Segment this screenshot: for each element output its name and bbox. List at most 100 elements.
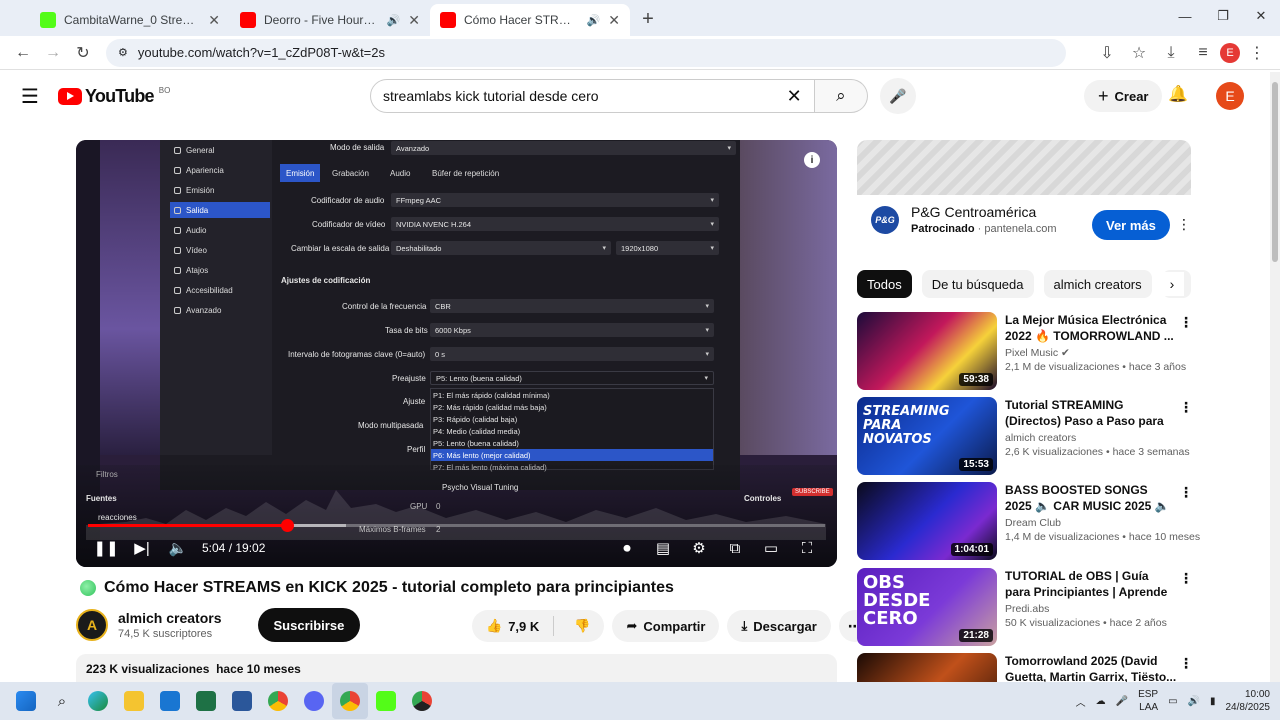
description-box[interactable]: 223 K visualizaciones hace 10 meses — [76, 654, 837, 684]
close-tab-icon[interactable]: ✕ — [408, 12, 420, 29]
url-field[interactable]: ⚙ youtube.com/watch?v=1_cZdP08T-w&t=2s — [106, 38, 1066, 67]
next-icon[interactable]: ▶| — [124, 534, 160, 562]
download-button[interactable]: ⤓ Descargar — [727, 610, 831, 642]
settings-gear-icon[interactable]: ⚙ — [681, 534, 717, 562]
autoplay-toggle-icon[interactable]: ⏺ — [609, 534, 645, 562]
browser-tab-2[interactable]: Deorro - Five Hours (Static 🔊 ✕ — [230, 4, 430, 36]
clear-search-icon[interactable]: ✕ — [787, 86, 802, 107]
ad-menu-icon[interactable]: ⋮ — [1177, 216, 1191, 233]
create-button[interactable]: + Crear — [1084, 80, 1163, 112]
site-info-icon[interactable]: ⚙ — [118, 46, 128, 59]
like-button[interactable]: 👍 7,9 K — [472, 616, 555, 636]
subscribe-button[interactable]: Suscribirse — [257, 608, 361, 642]
obs-dropdown: CBR — [430, 299, 714, 313]
reload-icon[interactable]: ↻ — [68, 38, 98, 68]
search-input[interactable]: streamlabs kick tutorial desde cero ✕ — [370, 79, 815, 113]
channel-avatar[interactable]: A — [76, 609, 108, 641]
chip-channel[interactable]: almich creators — [1043, 270, 1152, 298]
miniplayer-icon[interactable]: ⧉ — [717, 534, 753, 562]
chrome-profile-icon[interactable] — [404, 683, 440, 719]
forward-icon[interactable]: → — [38, 38, 68, 68]
share-button[interactable]: ➦ Compartir — [612, 610, 720, 642]
close-tab-icon[interactable]: ✕ — [608, 12, 620, 29]
fullscreen-icon[interactable]: ⛶ — [789, 534, 825, 562]
dislike-button[interactable]: 👎 — [560, 618, 604, 634]
scrollbar-thumb[interactable] — [1272, 82, 1278, 262]
video-thumbnail[interactable]: 59:38 — [857, 312, 997, 390]
file-explorer-icon[interactable] — [116, 683, 152, 719]
video-thumbnail[interactable]: STREAMING PARA NOVATOS 15:53 — [857, 397, 997, 475]
store-icon[interactable] — [152, 683, 188, 719]
item-menu-icon[interactable]: ⋮ — [1179, 484, 1193, 501]
clock[interactable]: 10:00 24/8/2025 — [1226, 688, 1271, 714]
recommendation-item[interactable]: 1:04:01 BASS BOOSTED SONGS 2025 🔈 CAR MU… — [857, 482, 1200, 560]
ad-cta-button[interactable]: Ver más — [1092, 210, 1170, 240]
video-thumbnail[interactable]: 1:04:01 — [857, 482, 997, 560]
subtitles-icon[interactable]: ▤ — [645, 534, 681, 562]
pause-icon[interactable]: ❚❚ — [88, 534, 124, 562]
profile-avatar[interactable]: E — [1220, 42, 1240, 63]
menu-icon[interactable]: ☰ — [10, 76, 50, 116]
install-app-icon[interactable]: ⇩ — [1092, 38, 1122, 68]
youtube-logo[interactable]: YouTube BO — [58, 86, 170, 107]
close-tab-icon[interactable]: ✕ — [208, 12, 220, 29]
microphone-icon[interactable]: 🎤 — [1116, 696, 1128, 707]
restore-icon[interactable]: ❐ — [1204, 0, 1242, 32]
browser-tab-strip: CambitaWarne_0 Stream - Wat ✕ Deorro - F… — [0, 0, 1280, 36]
account-avatar[interactable]: E — [1216, 82, 1244, 110]
item-menu-icon[interactable]: ⋮ — [1179, 570, 1193, 587]
search-icon[interactable]: ⌕ — [44, 683, 80, 719]
chrome-icon[interactable] — [332, 683, 368, 719]
word-icon[interactable] — [224, 683, 260, 719]
chevron-up-icon[interactable]: ︿ — [1076, 694, 1086, 709]
info-icon[interactable]: i — [804, 152, 820, 168]
speaker-icon[interactable]: 🔊 — [387, 14, 401, 27]
notifications-bell-icon[interactable]: 🔔 — [1168, 84, 1188, 104]
recommendation-item[interactable]: Tomorrowland 2025 (David Guetta, Martin … — [857, 653, 1191, 682]
theater-mode-icon[interactable]: ▭ — [753, 534, 789, 562]
chip-from-search[interactable]: De tu búsqueda — [921, 270, 1034, 298]
video-player[interactable]: General Apariencia Emisión Salida Audio … — [76, 140, 837, 567]
ad-card[interactable]: P&G P&G Centroamérica Patrocinado · pant… — [857, 140, 1191, 255]
browser-menu-icon[interactable]: ⋮ — [1242, 38, 1272, 68]
volume-icon[interactable]: 🔈 — [160, 534, 196, 562]
search-button[interactable]: ⌕ — [814, 79, 868, 113]
channel-name[interactable]: almich creators — [118, 610, 222, 626]
browser-tab-1[interactable]: CambitaWarne_0 Stream - Wat ✕ — [30, 4, 230, 36]
recommendation-item[interactable]: 59:38 La Mejor Música Electrónica 2022 🔥… — [857, 312, 1193, 390]
battery-icon[interactable]: ▮ — [1210, 696, 1216, 707]
browser-tab-3[interactable]: Cómo Hacer STREAMS 🔊 ✕ — [430, 4, 630, 36]
excel-icon[interactable] — [188, 683, 224, 719]
kick-app-icon[interactable] — [368, 683, 404, 719]
video-thumbnail[interactable] — [857, 653, 997, 682]
bookmark-star-icon[interactable]: ☆ — [1124, 38, 1154, 68]
close-window-icon[interactable]: ✕ — [1242, 0, 1280, 32]
item-menu-icon[interactable]: ⋮ — [1179, 314, 1193, 331]
video-thumbnail[interactable]: OBS DESDE CERO 21:28 — [857, 568, 997, 646]
chrome-icon[interactable] — [260, 683, 296, 719]
chip-all[interactable]: Todos — [857, 270, 912, 298]
recommendation-item[interactable]: STREAMING PARA NOVATOS 15:53 Tutorial STRE… — [857, 397, 1193, 475]
page-scrollbar[interactable] — [1270, 72, 1280, 682]
item-menu-icon[interactable]: ⋮ — [1179, 655, 1191, 672]
back-icon[interactable]: ← — [8, 38, 38, 68]
new-tab-button[interactable]: + — [634, 5, 662, 33]
recommendation-item[interactable]: OBS DESDE CERO 21:28 TUTORIAL de OBS | Guí… — [857, 568, 1193, 646]
network-icon[interactable]: ▭ — [1168, 696, 1177, 707]
language-indicator[interactable]: ESP LAA — [1138, 688, 1158, 714]
downloads-icon[interactable]: ⤓ — [1156, 38, 1186, 68]
speaker-icon[interactable]: 🔊 — [1188, 696, 1200, 707]
windows-start-icon[interactable] — [8, 683, 44, 719]
minimize-icon[interactable]: — — [1166, 0, 1204, 32]
voice-search-button[interactable]: 🎤 — [880, 78, 916, 114]
item-menu-icon[interactable]: ⋮ — [1179, 399, 1193, 416]
discord-icon[interactable] — [296, 683, 332, 719]
media-control-icon[interactable]: ≡ — [1188, 38, 1218, 68]
cloud-icon[interactable]: ☁ — [1096, 696, 1106, 707]
video-progress-bar[interactable] — [88, 519, 825, 532]
speaker-icon[interactable]: 🔊 — [587, 14, 601, 27]
chevron-right-icon[interactable]: › — [1160, 272, 1184, 296]
youtube-header: ☰ YouTube BO streamlabs kick tutorial de… — [0, 72, 1270, 120]
edge-icon[interactable] — [80, 683, 116, 719]
scrubber-handle[interactable] — [280, 519, 294, 532]
